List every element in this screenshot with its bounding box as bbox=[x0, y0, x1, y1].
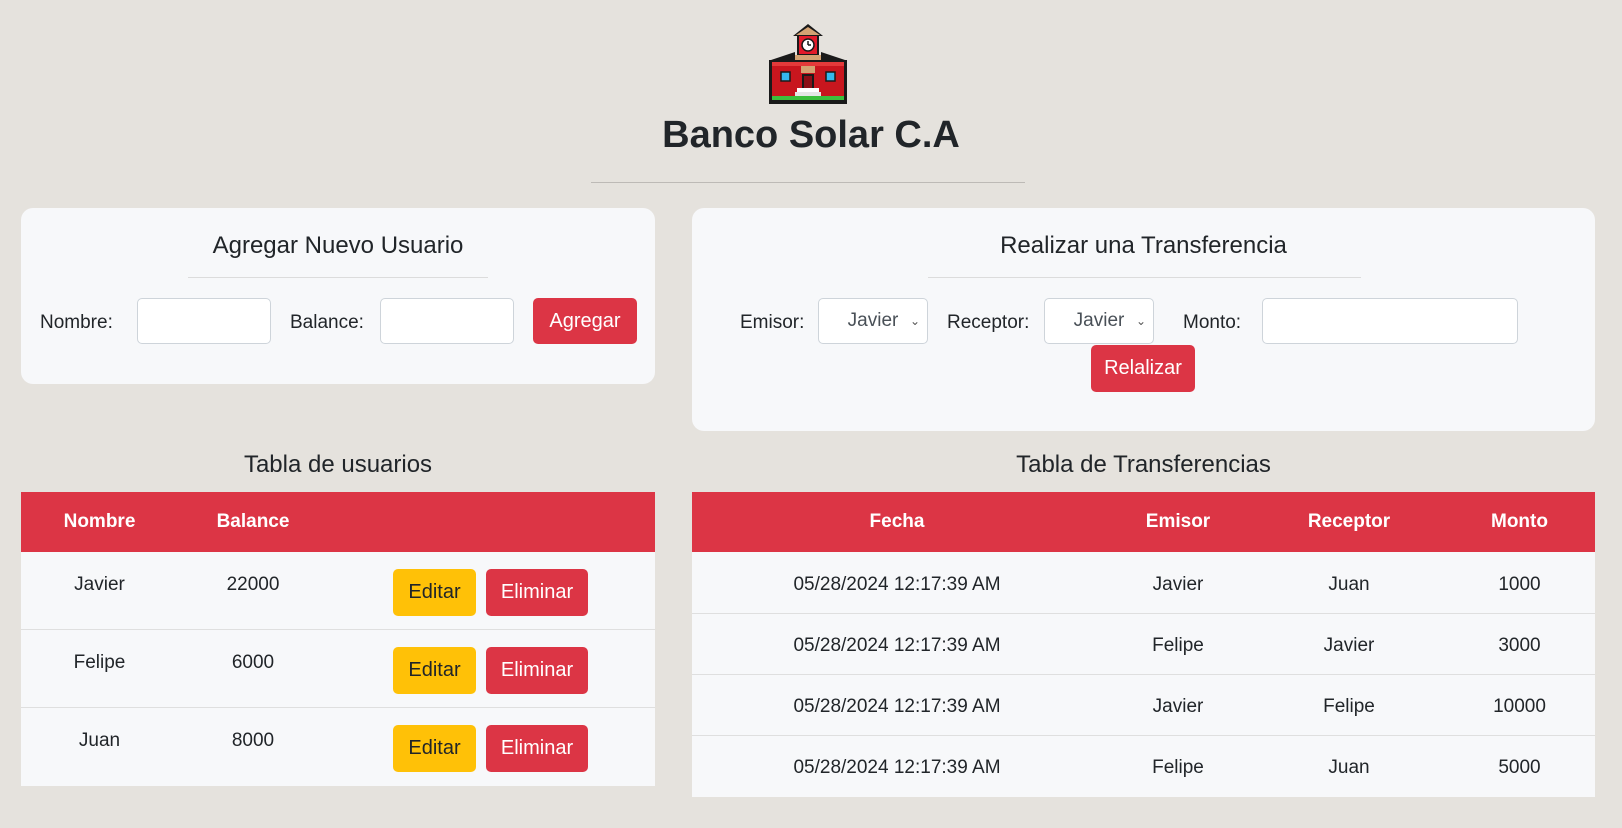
add-user-divider bbox=[188, 277, 488, 278]
column-header-fecha: Fecha bbox=[869, 511, 925, 532]
edit-user-button[interactable]: Editar bbox=[393, 569, 476, 616]
column-header-receptor: Receptor bbox=[1307, 511, 1391, 532]
receiver-select[interactable]: Javier ⌄ bbox=[1044, 298, 1154, 344]
transfer-receiver-cell: Felipe bbox=[1323, 696, 1375, 717]
balance-label: Balance: bbox=[290, 312, 364, 333]
table-row: Felipe 6000 Editar Eliminar bbox=[21, 630, 655, 708]
user-balance-cell: 8000 bbox=[231, 730, 275, 751]
transfer-amount-cell: 10000 bbox=[1493, 696, 1546, 717]
transfer-sender-cell: Felipe bbox=[1152, 635, 1204, 656]
balance-input[interactable] bbox=[380, 298, 514, 344]
transfer-receiver-cell: Juan bbox=[1328, 757, 1370, 778]
users-table-header: Nombre Balance bbox=[21, 492, 655, 552]
transfer-title: Realizar una Transferencia bbox=[1000, 232, 1287, 259]
transfer-card: Realizar una Transferencia Emisor: Javie… bbox=[692, 208, 1595, 431]
column-header-monto: Monto bbox=[1491, 511, 1548, 532]
chevron-down-icon: ⌄ bbox=[1136, 314, 1147, 328]
delete-user-button[interactable]: Eliminar bbox=[486, 647, 588, 694]
transfer-amount-cell: 3000 bbox=[1498, 635, 1541, 656]
sender-select[interactable]: Javier ⌄ bbox=[818, 298, 928, 344]
delete-user-button[interactable]: Eliminar bbox=[486, 725, 588, 772]
add-user-card: Agregar Nuevo Usuario Nombre: Balance: A… bbox=[21, 208, 655, 384]
transfer-amount-cell: 5000 bbox=[1498, 757, 1541, 778]
transfer-date-cell: 05/28/2024 12:17:39 AM bbox=[793, 635, 1001, 656]
school-building-icon bbox=[769, 24, 847, 104]
user-balance-cell: 6000 bbox=[231, 652, 275, 673]
column-header-nombre: Nombre bbox=[63, 511, 136, 532]
title-divider bbox=[591, 182, 1025, 183]
sender-selected-value: Javier bbox=[847, 310, 899, 331]
table-row: 05/28/2024 12:17:39 AM Javier Felipe 100… bbox=[692, 675, 1595, 736]
delete-user-button[interactable]: Eliminar bbox=[486, 569, 588, 616]
transfer-amount-cell: 1000 bbox=[1498, 574, 1541, 595]
receiver-selected-value: Javier bbox=[1073, 310, 1125, 331]
users-table-title: Tabla de usuarios bbox=[243, 451, 433, 478]
transfer-button[interactable]: Relalizar bbox=[1091, 345, 1195, 392]
column-header-emisor: Emisor bbox=[1145, 511, 1211, 532]
table-row: Javier 22000 Editar Eliminar bbox=[21, 552, 655, 630]
name-input[interactable] bbox=[137, 298, 271, 344]
table-row: 05/28/2024 12:17:39 AM Felipe Juan 5000 bbox=[692, 736, 1595, 797]
chevron-down-icon: ⌄ bbox=[910, 314, 921, 328]
transfer-divider bbox=[928, 277, 1361, 278]
transfers-table-title: Tabla de Transferencias bbox=[1016, 451, 1271, 478]
sender-label: Emisor: bbox=[740, 312, 805, 333]
transfer-date-cell: 05/28/2024 12:17:39 AM bbox=[793, 696, 1001, 717]
name-label: Nombre: bbox=[40, 312, 113, 333]
transfer-sender-cell: Javier bbox=[1152, 574, 1204, 595]
edit-user-button[interactable]: Editar bbox=[393, 647, 476, 694]
add-user-button[interactable]: Agregar bbox=[533, 298, 637, 344]
table-row: Juan 8000 Editar Eliminar bbox=[21, 708, 655, 786]
user-balance-cell: 22000 bbox=[226, 574, 280, 595]
table-row: 05/28/2024 12:17:39 AM Felipe Javier 300… bbox=[692, 614, 1595, 675]
transfer-date-cell: 05/28/2024 12:17:39 AM bbox=[793, 757, 1001, 778]
add-user-title: Agregar Nuevo Usuario bbox=[212, 232, 464, 259]
table-row: 05/28/2024 12:17:39 AM Javier Juan 1000 bbox=[692, 552, 1595, 614]
transfer-date-cell: 05/28/2024 12:17:39 AM bbox=[793, 574, 1001, 595]
edit-user-button[interactable]: Editar bbox=[393, 725, 476, 772]
user-name-cell: Javier bbox=[74, 574, 125, 595]
user-name-cell: Juan bbox=[78, 730, 121, 751]
column-header-balance: Balance bbox=[216, 511, 290, 532]
user-name-cell: Felipe bbox=[73, 652, 126, 673]
amount-label: Monto: bbox=[1183, 312, 1242, 333]
page-title: Banco Solar C.A bbox=[662, 114, 960, 156]
transfers-table-header: Fecha Emisor Receptor Monto bbox=[692, 492, 1595, 552]
transfer-sender-cell: Javier bbox=[1152, 696, 1204, 717]
transfer-receiver-cell: Juan bbox=[1328, 574, 1370, 595]
receiver-label: Receptor: bbox=[947, 312, 1030, 333]
transfer-receiver-cell: Javier bbox=[1323, 635, 1375, 656]
amount-input[interactable] bbox=[1262, 298, 1518, 344]
transfer-sender-cell: Felipe bbox=[1152, 757, 1204, 778]
